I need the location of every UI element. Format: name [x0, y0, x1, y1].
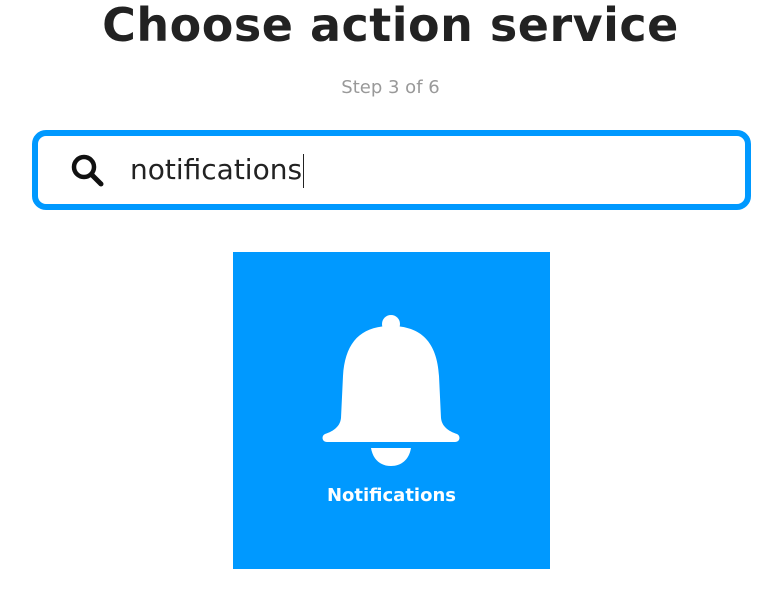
service-tile-label: Notifications	[326, 485, 457, 506]
step-indicator: Step 3 of 6	[341, 77, 440, 98]
page-title: Choose action service	[102, 0, 679, 52]
search-icon	[71, 154, 104, 187]
bell-icon	[322, 315, 460, 466]
text-caret	[303, 154, 304, 188]
search-input[interactable]: notifications	[32, 130, 751, 210]
service-tile-notifications[interactable]: Notifications	[233, 252, 550, 569]
search-input-value[interactable]: notifications	[130, 152, 302, 188]
choose-service-page: Choose action service Step 3 of 6 notifi…	[0, 0, 781, 595]
